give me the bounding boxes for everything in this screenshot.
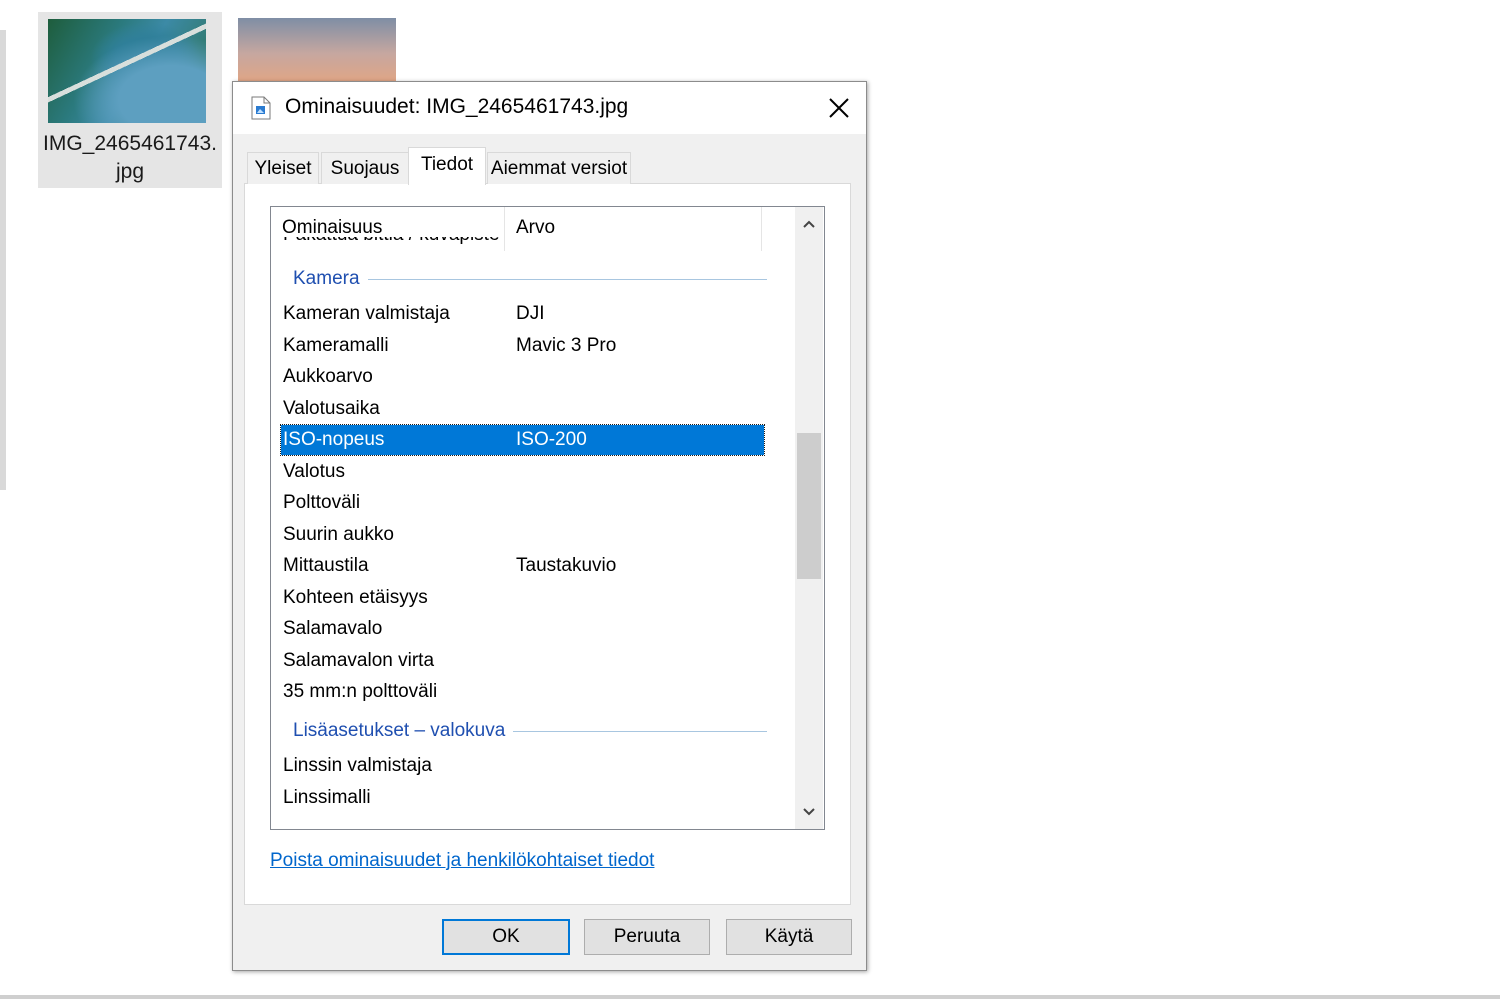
property-value: Taustakuvio bbox=[516, 555, 617, 576]
group-header-camera: Kamera bbox=[281, 264, 767, 294]
column-header-value[interactable]: Arvo bbox=[516, 217, 555, 239]
chevron-up-icon[interactable] bbox=[795, 207, 823, 241]
property-name: Kameran valmistaja bbox=[283, 303, 450, 324]
list-item[interactable]: Kameramalli Mavic 3 Pro bbox=[281, 331, 764, 361]
list-item[interactable]: Pakattua bittiä / kuvapiste bbox=[281, 237, 764, 250]
bottom-edge bbox=[0, 995, 1500, 999]
tab-general[interactable]: Yleiset bbox=[247, 152, 319, 184]
vertical-scrollbar[interactable] bbox=[795, 207, 823, 829]
group-header-advanced-photo: Lisäasetukset – valokuva bbox=[281, 716, 767, 746]
remove-properties-link[interactable]: Poista ominaisuudet ja henkilökohtaiset … bbox=[270, 850, 654, 872]
group-label: Kamera bbox=[293, 264, 368, 294]
property-value: Mavic 3 Pro bbox=[516, 335, 617, 356]
tab-details[interactable]: Tiedot bbox=[408, 147, 486, 185]
property-name: Valotus bbox=[283, 461, 345, 482]
list-item[interactable]: Mittaustila Taustakuvio bbox=[281, 551, 764, 581]
list-item[interactable]: 35 mm:n polttoväli bbox=[281, 677, 764, 707]
chevron-down-icon[interactable] bbox=[795, 795, 823, 829]
file-name-line1: IMG_2465461743. bbox=[43, 132, 217, 155]
list-rows: Pakattua bittiä / kuvapiste Kamera Kamer… bbox=[271, 237, 767, 827]
property-name: 35 mm:n polttoväli bbox=[283, 681, 438, 702]
list-item[interactable]: Aukkoarvo bbox=[281, 362, 764, 392]
property-value: ISO-200 bbox=[516, 429, 587, 450]
list-item[interactable]: Valotusaika bbox=[281, 394, 764, 424]
property-name: ISO-nopeus bbox=[283, 429, 385, 450]
property-name: Salamavalo bbox=[283, 618, 383, 639]
file-name: IMG_2465461743. jpg bbox=[38, 130, 222, 186]
property-name: Kameramalli bbox=[283, 335, 389, 356]
list-item[interactable]: Kameran valmistaja DJI bbox=[281, 299, 764, 329]
window-edge bbox=[0, 30, 6, 490]
image-file-icon bbox=[251, 96, 271, 120]
list-item[interactable]: Polttoväli bbox=[281, 488, 764, 518]
property-name: Pakattua bittiä / kuvapiste bbox=[283, 237, 500, 250]
group-label: Lisäasetukset – valokuva bbox=[293, 716, 514, 746]
list-item[interactable]: Suurin aukko bbox=[281, 520, 764, 550]
ok-button[interactable]: OK bbox=[442, 919, 570, 955]
properties-dialog: Ominaisuudet: IMG_2465461743.jpg Yleiset… bbox=[232, 81, 867, 971]
property-name: Aukkoarvo bbox=[283, 366, 373, 387]
property-name: Mittaustila bbox=[283, 555, 369, 576]
scrollbar-thumb[interactable] bbox=[797, 433, 821, 579]
property-value: DJI bbox=[516, 303, 545, 324]
list-item[interactable]: Salamavalon virta bbox=[281, 646, 764, 676]
list-item[interactable]: Salamavalo bbox=[281, 614, 764, 644]
property-name: Salamavalon virta bbox=[283, 650, 435, 671]
dialog-title: Ominaisuudet: IMG_2465461743.jpg bbox=[285, 95, 629, 118]
image-thumbnail bbox=[48, 19, 206, 123]
close-icon[interactable] bbox=[821, 90, 857, 126]
list-item[interactable]: Linssimalli bbox=[281, 783, 764, 813]
list-item[interactable]: Valotus bbox=[281, 457, 764, 487]
list-item[interactable]: Kohteen etäisyys bbox=[281, 583, 764, 613]
column-header-property[interactable]: Ominaisuus bbox=[282, 217, 382, 239]
file-tile-img[interactable]: IMG_2465461743. jpg bbox=[38, 12, 222, 188]
property-name: Kohteen etäisyys bbox=[283, 587, 428, 608]
property-name: Suurin aukko bbox=[283, 524, 394, 545]
tab-previous-versions[interactable]: Aiemmat versiot bbox=[487, 152, 631, 184]
property-name: Valotusaika bbox=[283, 398, 380, 419]
tab-security[interactable]: Suojaus bbox=[321, 152, 409, 184]
file-name-line2: jpg bbox=[115, 160, 145, 183]
properties-list[interactable]: Ominaisuus Arvo Pakattua bittiä / kuvapi… bbox=[270, 206, 825, 830]
cancel-button[interactable]: Peruuta bbox=[584, 919, 710, 955]
list-item-selected[interactable]: ISO-nopeus ISO-200 bbox=[280, 424, 765, 456]
dialog-titlebar: Ominaisuudet: IMG_2465461743.jpg bbox=[233, 82, 866, 134]
property-name: Polttoväli bbox=[283, 492, 361, 513]
list-item[interactable]: Linssin valmistaja bbox=[281, 751, 764, 781]
property-name: Linssin valmistaja bbox=[283, 755, 432, 776]
apply-button[interactable]: Käytä bbox=[726, 919, 852, 955]
property-name: Linssimalli bbox=[283, 787, 371, 808]
image-thumbnail-2[interactable] bbox=[238, 18, 396, 82]
